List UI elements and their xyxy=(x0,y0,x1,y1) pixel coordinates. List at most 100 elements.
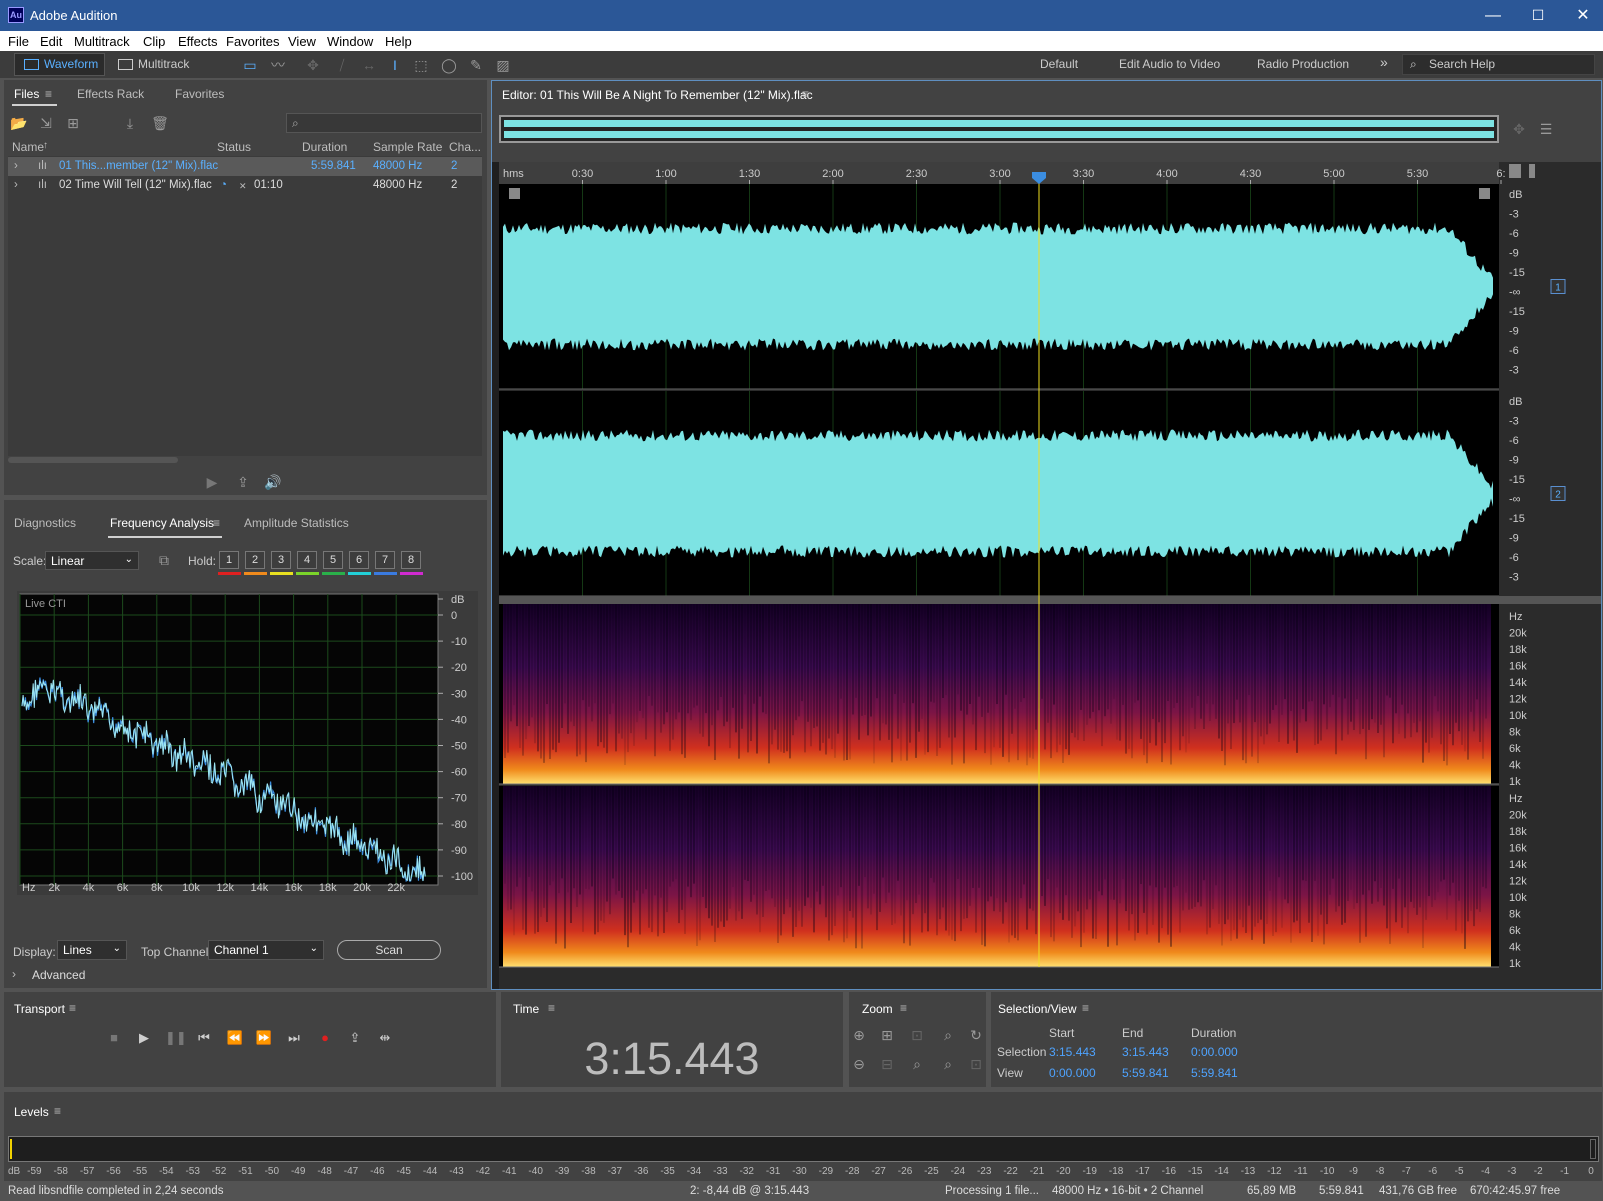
waveform-view-button[interactable]: Waveform xyxy=(18,54,98,75)
zoom-out-full-icon[interactable]: ⌕ xyxy=(908,1055,926,1073)
razor-tool-icon[interactable]: ⧸ xyxy=(333,56,351,74)
advanced-chevron-icon[interactable]: › xyxy=(12,967,16,981)
multitrack-view-button[interactable]: Multitrack xyxy=(112,54,189,75)
overview-navigator[interactable] xyxy=(499,115,1499,143)
zoom-to-selection-icon[interactable]: ✥ xyxy=(1510,120,1528,138)
tab-frequency-analysis[interactable]: Frequency Analysis xyxy=(110,516,214,530)
column-sample-rate[interactable]: Sample Rate xyxy=(373,140,442,154)
new-file-icon[interactable]: ⊞ xyxy=(64,114,82,132)
hold-button-5[interactable]: 5 xyxy=(323,551,343,569)
workspace-edit-audio-to-video[interactable]: Edit Audio to Video xyxy=(1119,57,1220,71)
skip-selection-icon[interactable]: ⇹ xyxy=(376,1030,394,1046)
view-end-field[interactable]: 5:59.841 xyxy=(1122,1066,1169,1080)
search-help-field[interactable]: ⌕ Search Help xyxy=(1402,54,1595,75)
stop-icon[interactable]: ■ xyxy=(105,1030,123,1045)
editor-menu-icon[interactable]: ≡ xyxy=(802,87,809,101)
column-name[interactable]: Name xyxy=(12,140,44,154)
zoom-selection-out-icon[interactable]: ⊡ xyxy=(967,1055,985,1073)
selection-end-field[interactable]: 3:15.443 xyxy=(1122,1045,1169,1059)
workspace-radio-production[interactable]: Radio Production xyxy=(1257,57,1349,71)
menu-effects[interactable]: Effects xyxy=(178,34,218,49)
menu-file[interactable]: File xyxy=(8,34,29,49)
zoom-in-time-icon[interactable]: ⊞ xyxy=(878,1026,896,1044)
zoom-to-selection-icon[interactable]: ⊡ xyxy=(908,1026,926,1044)
menu-favorites[interactable]: Favorites xyxy=(226,34,279,49)
waveform-display[interactable]: hms 0:30 1:00 1:30 2:00 2:30 3:00 3:30 4:00 4:30 5… xyxy=(499,162,1601,989)
cancel-icon[interactable]: ✕ xyxy=(239,181,247,192)
skip-to-end-icon[interactable]: ⏭ xyxy=(285,1030,303,1046)
zoom-in-amplitude-icon[interactable]: ⊕ xyxy=(850,1026,868,1044)
hold-button-8[interactable]: 8 xyxy=(401,551,421,569)
delete-file-icon[interactable]: 🗑 xyxy=(151,114,169,132)
copy-graph-icon[interactable]: ⧉ xyxy=(155,551,173,569)
menu-edit[interactable]: Edit xyxy=(40,34,62,49)
display-dropdown[interactable]: Lines ⌄ xyxy=(57,940,127,960)
transport-menu-icon[interactable]: ≡ xyxy=(69,1001,76,1015)
time-menu-icon[interactable]: ≡ xyxy=(548,1001,555,1015)
view-duration-field[interactable]: 5:59.841 xyxy=(1191,1066,1238,1080)
time-selection-tool-icon[interactable]: I xyxy=(386,56,404,74)
file-row[interactable]: › ılı 02 Time Will Tell (12" Mix).flac ◔… xyxy=(8,176,482,195)
rewind-icon[interactable]: ⏪ xyxy=(226,1030,244,1046)
tab-effects-rack[interactable]: Effects Rack xyxy=(77,87,144,101)
expand-chevron-icon[interactable]: › xyxy=(14,179,18,191)
hold-button-4[interactable]: 4 xyxy=(297,551,317,569)
close-button[interactable]: ✕ xyxy=(1560,0,1603,31)
hold-button-7[interactable]: 7 xyxy=(375,551,395,569)
minimize-button[interactable]: — xyxy=(1470,0,1516,31)
hold-button-2[interactable]: 2 xyxy=(245,551,265,569)
spectral-display-icon[interactable]: ▭ xyxy=(241,56,259,74)
zoom-in-point-icon[interactable]: ⌕ xyxy=(939,1026,957,1044)
view-start-field[interactable]: 0:00.000 xyxy=(1049,1066,1096,1080)
pause-icon[interactable]: ❚❚ xyxy=(165,1030,187,1046)
loop-preview-icon[interactable]: ⇪ xyxy=(234,473,252,491)
zoom-menu-icon[interactable]: ≡ xyxy=(900,1001,907,1015)
zoom-out-amplitude-icon[interactable]: ⊖ xyxy=(850,1055,868,1073)
auto-play-icon[interactable]: 🔊 xyxy=(264,473,282,491)
zoom-out-time-icon[interactable]: ⊟ xyxy=(878,1055,896,1073)
zoom-reset-icon[interactable]: ↻ xyxy=(967,1026,985,1044)
preview-play-icon[interactable]: ▶ xyxy=(203,473,221,491)
tab-diagnostics[interactable]: Diagnostics xyxy=(14,516,76,530)
menu-view[interactable]: View xyxy=(288,34,316,49)
play-icon[interactable]: ▶ xyxy=(135,1030,153,1046)
marquee-tool-icon[interactable]: ⬚ xyxy=(412,56,430,74)
tab-files[interactable]: Files xyxy=(14,87,39,101)
open-file-icon[interactable]: 📂 xyxy=(10,114,28,132)
zoom-out-all-icon[interactable]: ⌕ xyxy=(939,1055,957,1073)
file-row[interactable]: › ılı 01 This...member (12" Mix).flac 5:… xyxy=(8,157,482,176)
column-status[interactable]: Status xyxy=(217,140,251,154)
maximize-button[interactable]: ☐ xyxy=(1515,0,1561,31)
files-menu-icon[interactable]: ≡ xyxy=(45,87,52,101)
tab-favorites[interactable]: Favorites xyxy=(175,87,224,101)
slip-tool-icon[interactable]: ↔ xyxy=(360,56,378,74)
spot-healing-icon[interactable]: ▨ xyxy=(494,56,512,74)
save-file-icon[interactable]: ⤓ xyxy=(121,114,139,132)
more-workspaces-icon[interactable]: » xyxy=(1380,54,1388,70)
lasso-tool-icon[interactable]: ◯ xyxy=(440,56,458,74)
selection-duration-field[interactable]: 0:00.000 xyxy=(1191,1045,1238,1059)
files-horizontal-scrollbar[interactable] xyxy=(8,457,178,463)
scale-dropdown[interactable]: Linear ⌄ xyxy=(45,551,139,570)
advanced-section[interactable]: Advanced xyxy=(32,968,85,982)
hold-button-1[interactable]: 1 xyxy=(219,551,239,569)
clip-indicator[interactable] xyxy=(1590,1139,1596,1159)
column-channels[interactable]: Cha... xyxy=(449,140,481,154)
levels-menu-icon[interactable]: ≡ xyxy=(54,1104,61,1118)
fast-forward-icon[interactable]: ⏩ xyxy=(255,1030,273,1046)
top-channel-dropdown[interactable]: Channel 1 ⌄ xyxy=(208,940,324,960)
files-filter-input[interactable]: ⌕ xyxy=(286,113,482,133)
record-icon[interactable]: ● xyxy=(316,1030,334,1045)
menu-clip[interactable]: Clip xyxy=(143,34,165,49)
menu-window[interactable]: Window xyxy=(327,34,373,49)
menu-multitrack[interactable]: Multitrack xyxy=(74,34,130,49)
selection-menu-icon[interactable]: ≡ xyxy=(1082,1001,1089,1015)
hold-button-3[interactable]: 3 xyxy=(271,551,291,569)
menu-help[interactable]: Help xyxy=(385,34,412,49)
loop-playback-icon[interactable]: ⇪ xyxy=(346,1030,364,1046)
panel-options-icon[interactable]: ☰ xyxy=(1537,120,1555,138)
brush-tool-icon[interactable]: ✎ xyxy=(467,56,485,74)
column-duration[interactable]: Duration xyxy=(302,140,347,154)
move-tool-icon[interactable]: ✥ xyxy=(304,56,322,74)
tab-amplitude-statistics[interactable]: Amplitude Statistics xyxy=(244,516,349,530)
